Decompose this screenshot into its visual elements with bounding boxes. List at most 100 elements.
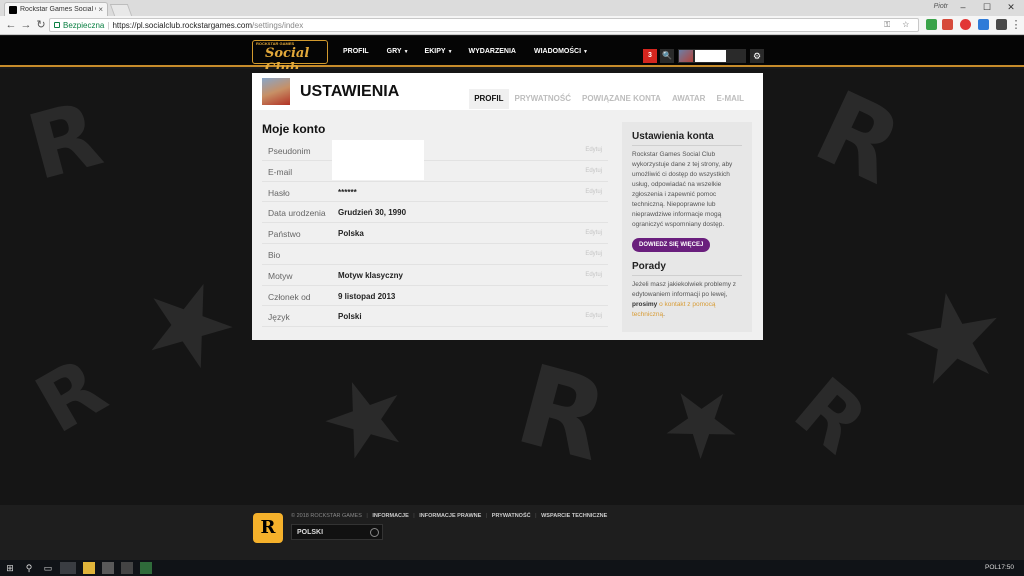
divider: |	[413, 513, 415, 519]
profile-name-redacted	[695, 50, 726, 62]
bg-shape: ★	[121, 245, 258, 401]
bg-shape: R	[777, 360, 885, 471]
tab-powiazane-konta[interactable]: POWIĄZANE KONTA	[577, 89, 666, 109]
store-taskbar-icon[interactable]	[121, 562, 133, 574]
bg-shape: ★	[888, 260, 1019, 417]
omnibox-key-star-icons[interactable]: ⚿ ☆	[884, 20, 914, 30]
tab-close-icon[interactable]: ×	[98, 5, 103, 14]
social-club-logo[interactable]: ROCKSTAR GAMES Social Club	[252, 40, 328, 76]
nav-item-gry[interactable]: GRY ▼	[387, 48, 409, 55]
edit-link[interactable]: Edytuj	[585, 272, 602, 278]
gmail-extension-icon[interactable]	[942, 19, 953, 30]
extension-dark-icon[interactable]	[996, 19, 1007, 30]
settings-tabs: PROFIL PRYWATNOŚĆ POWIĄZANE KONTA AWATAR…	[468, 89, 749, 109]
notification-badge[interactable]: 3	[643, 49, 657, 63]
edit-link[interactable]: Edytuj	[585, 230, 602, 236]
nav-label: WYDARZENIA	[468, 48, 516, 55]
field-label: Państwo	[268, 229, 301, 240]
secure-label: Bezpieczna	[63, 20, 105, 30]
bg-shape: ★	[637, 355, 764, 488]
field-label: Hasło	[268, 187, 290, 198]
lock-icon	[54, 22, 60, 28]
close-window-button[interactable]: ✕	[1000, 0, 1022, 16]
tab-awatar[interactable]: AWATAR	[667, 89, 710, 109]
extension-blue-icon[interactable]	[978, 19, 989, 30]
nav-label: GRY	[386, 48, 402, 55]
nav-item-wiadomosci[interactable]: WIADOMOŚCI ▼	[534, 48, 588, 55]
gear-icon[interactable]: ⚙	[750, 49, 764, 63]
bg-shape: R	[17, 81, 112, 202]
footer-links: © 2018 ROCKSTAR GAMES | INFORMACJE | INF…	[291, 513, 607, 519]
tab-prywatnosc[interactable]: PRYWATNOŚĆ	[510, 89, 576, 109]
file-explorer-icon[interactable]	[83, 562, 95, 574]
nav-item-profil[interactable]: PROFIL	[343, 48, 371, 55]
back-button[interactable]: ←	[3, 17, 19, 33]
windows-start-icon[interactable]: ⊞	[4, 562, 16, 574]
forward-button[interactable]: →	[18, 17, 34, 33]
learn-more-button[interactable]: DOWIEDZ SIĘ WIĘCEJ	[632, 238, 711, 252]
reload-button[interactable]: ↻	[33, 17, 49, 33]
tab-profil[interactable]: PROFIL	[469, 89, 509, 109]
edit-link[interactable]: Edytuj	[585, 189, 602, 195]
divider: |	[485, 513, 488, 519]
taskbar-search-icon[interactable]: ⚲	[23, 562, 35, 574]
bg-shape: R	[504, 340, 620, 486]
edit-link[interactable]: Edytuj	[585, 147, 602, 153]
copyright: © 2018 ROCKSTAR GAMES	[291, 513, 362, 519]
edit-link[interactable]: Edytuj	[585, 168, 602, 174]
language-selector[interactable]: POLSKI	[291, 524, 383, 540]
browser-tab-strip: Rockstar Games Social C × Piotr – ☐ ✕	[0, 0, 1024, 16]
tool-taskbar-icon[interactable]	[102, 562, 114, 574]
browser-tab[interactable]: Rockstar Games Social C ×	[4, 2, 108, 16]
field-label: Data urodzenia	[268, 208, 326, 219]
field-row-bio: Bio Edytuj	[262, 244, 608, 265]
field-row-data-urodzenia: Data urodzenia Grudzień 30, 1990	[262, 202, 608, 224]
clock[interactable]: 17:50	[998, 564, 1014, 571]
field-value: Grudzień 30, 1990	[338, 208, 407, 218]
tips-end: .	[663, 311, 665, 318]
footer-link-informacje[interactable]: INFORMACJE	[372, 513, 408, 519]
chevron-down-icon: ▼	[447, 49, 453, 55]
address-bar[interactable]: Bezpieczna | https://pl.socialclub.rocks…	[49, 18, 919, 32]
field-value: ******	[338, 187, 357, 197]
app-taskbar-icon[interactable]	[140, 562, 152, 574]
settings-card: USTAWIENIA PROFIL PRYWATNOŚĆ POWIĄZANE K…	[252, 73, 763, 340]
footer-link-wsparcie[interactable]: WSPARCIE TECHNICZNE	[541, 513, 607, 519]
chevron-down-icon: ▼	[403, 49, 409, 55]
page-title: USTAWIENIA	[300, 83, 400, 100]
sidebar-title-account: Ustawienia konta	[632, 131, 742, 146]
nav-item-ekipy[interactable]: EKIPY ▼	[425, 48, 453, 55]
minimize-button[interactable]: –	[952, 0, 974, 16]
profile-menu[interactable]	[678, 49, 746, 63]
nav-item-wydarzenia[interactable]: WYDARZENIA	[469, 48, 518, 55]
tips-bold: prosimy	[632, 301, 658, 308]
main-nav: PROFIL GRY ▼ EKIPY ▼ WYDARZENIA WIADOMOŚCI…	[343, 36, 604, 67]
tab-email[interactable]: E-MAIL	[711, 89, 749, 109]
browser-user-label[interactable]: Piotr	[934, 3, 948, 10]
windows-taskbar: ⊞ ⚲ ▭ POL 17:50	[0, 560, 1024, 576]
url-path: /settings/index	[252, 20, 304, 30]
search-icon[interactable]: 🔍	[660, 49, 674, 63]
field-label: Pseudonim	[268, 146, 311, 156]
field-row-motyw: Motyw Motyw klasyczny Edytuj	[262, 265, 608, 286]
field-label: E-mail	[268, 166, 293, 177]
edit-link[interactable]: Edytuj	[585, 251, 602, 257]
footer-link-prywatnosc[interactable]: PRYWATNOŚĆ	[492, 513, 531, 519]
field-row-email: E-mail Edytuj	[262, 161, 608, 182]
avatar	[679, 50, 693, 62]
chrome-taskbar-icon[interactable]	[60, 562, 76, 574]
browser-menu-icon[interactable]: ⋮	[1008, 17, 1024, 33]
nav-label: PROFIL	[343, 48, 369, 55]
rockstar-logo[interactable]: R	[253, 513, 283, 543]
task-view-icon[interactable]: ▭	[42, 562, 54, 574]
bg-shape: R	[20, 339, 121, 452]
globe-icon	[370, 528, 379, 537]
browser-toolbar: ← → ↻ Bezpieczna | https://pl.socialclub…	[0, 16, 1024, 35]
new-tab-button[interactable]	[109, 4, 133, 16]
edit-link[interactable]: Edytuj	[585, 313, 602, 319]
opera-extension-icon[interactable]	[960, 19, 971, 30]
footer-link-informacje-prawne[interactable]: INFORMACJE PRAWNE	[419, 513, 481, 519]
maximize-button[interactable]: ☐	[976, 0, 998, 16]
extension-puzzle-icon[interactable]	[926, 19, 937, 30]
input-language[interactable]: POL	[985, 564, 998, 571]
